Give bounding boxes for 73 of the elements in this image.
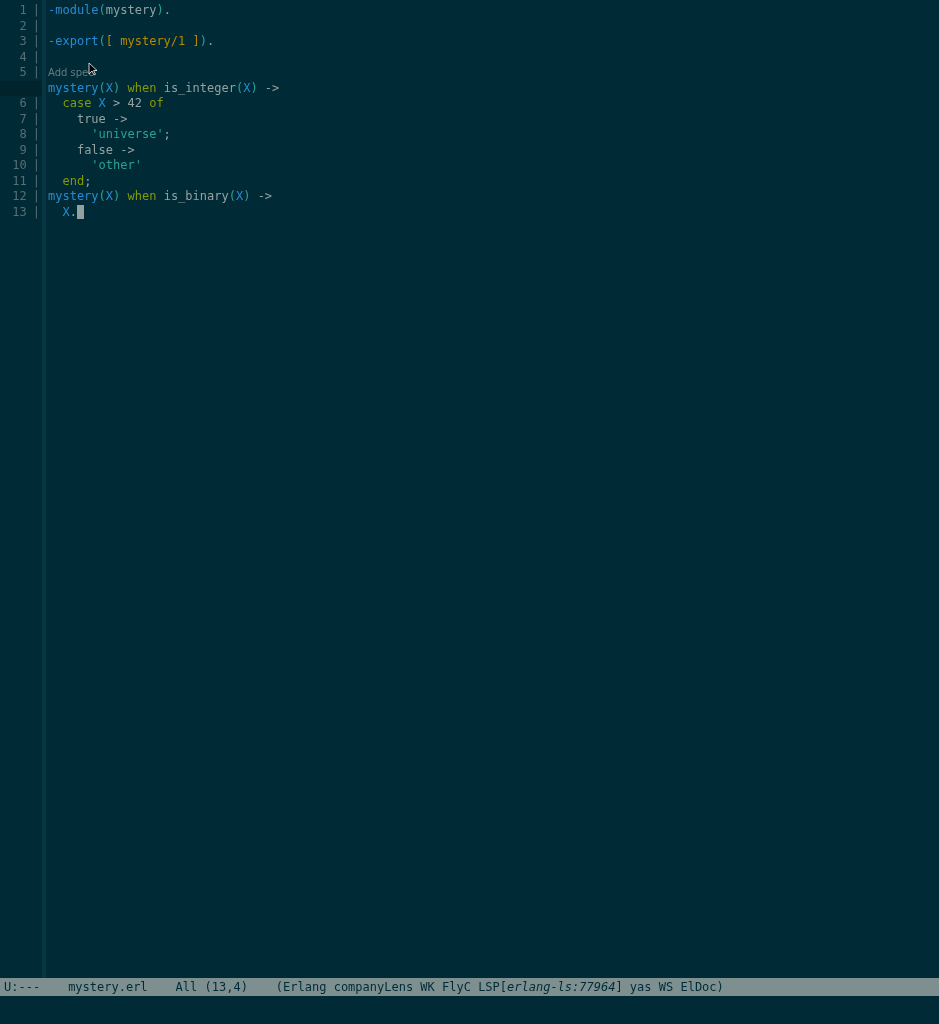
code-token: . bbox=[69, 204, 77, 219]
code-token: X bbox=[62, 204, 70, 219]
mode-line-text: U:--- bbox=[4, 980, 41, 994]
code-token: end bbox=[62, 173, 85, 188]
code-token: mystery bbox=[48, 80, 99, 95]
gutter-separator: | bbox=[32, 204, 40, 220]
gutter-separator: | bbox=[32, 142, 40, 158]
line-number: 3 bbox=[19, 34, 27, 50]
code-token: is_integer bbox=[163, 80, 236, 95]
gutter-separator: | bbox=[32, 65, 40, 81]
line-number: 8 bbox=[19, 127, 27, 143]
gutter-separator: | bbox=[32, 189, 40, 205]
code-token: X bbox=[243, 80, 251, 95]
code-token: case bbox=[62, 96, 92, 110]
code-token: ( bbox=[98, 34, 106, 48]
code-token: ; bbox=[84, 173, 92, 188]
code-token: 'other' bbox=[91, 158, 142, 172]
code-token: ; bbox=[163, 127, 171, 141]
code-token: false -> bbox=[76, 142, 135, 157]
line-number: 12 bbox=[12, 189, 27, 205]
gutter-separator: | bbox=[32, 158, 40, 174]
code-token: ( bbox=[98, 3, 106, 17]
code-token: X bbox=[105, 80, 114, 95]
code-token: ( bbox=[98, 189, 106, 203]
code-token: ) bbox=[199, 34, 207, 48]
code-token: ) bbox=[113, 189, 121, 203]
code-token: X bbox=[98, 96, 106, 110]
gutter-separator: | bbox=[32, 3, 40, 19]
code-token: is_binary bbox=[163, 189, 229, 203]
gutter-separator: | bbox=[32, 18, 40, 34]
code-token: ) bbox=[156, 3, 164, 17]
line-number: 4 bbox=[19, 49, 27, 65]
code-token: X bbox=[235, 189, 244, 203]
line-number: 6 bbox=[19, 96, 27, 112]
gutter-separator: | bbox=[32, 173, 40, 189]
code-token: mystery bbox=[48, 189, 99, 203]
code-token: -> bbox=[264, 80, 280, 95]
code-token: when bbox=[127, 189, 157, 203]
code-token: ) bbox=[113, 80, 121, 95]
code-token: . bbox=[206, 34, 215, 48]
line-number: 1 bbox=[19, 3, 27, 19]
gutter-separator: | bbox=[32, 34, 40, 50]
line-number: 13 bbox=[12, 204, 27, 220]
mode-line-text: (Erlang companyLens WK FlyC LSP[erlang-ls:77964] yas WS ElDoc) bbox=[275, 980, 724, 994]
gutter-separator: | bbox=[32, 96, 40, 112]
line-number: 5 bbox=[19, 65, 27, 81]
code-token: -export bbox=[48, 34, 99, 48]
code-token: -> bbox=[257, 189, 273, 203]
code-token: true -> bbox=[76, 111, 128, 126]
code-token: ) bbox=[250, 80, 258, 95]
gutter-separator: | bbox=[32, 127, 40, 143]
code-token: ( bbox=[228, 189, 236, 203]
code-token: of bbox=[149, 96, 164, 110]
code-token: X bbox=[105, 189, 114, 203]
code-token: > 42 bbox=[113, 96, 142, 110]
code-token: 'universe' bbox=[91, 127, 164, 141]
code-token: when bbox=[127, 80, 157, 95]
line-number: 9 bbox=[19, 142, 27, 158]
gutter-separator: | bbox=[32, 111, 40, 127]
code-token: ( bbox=[235, 80, 244, 95]
line-number: 7 bbox=[19, 111, 27, 127]
code-token: ) bbox=[243, 189, 251, 203]
code-token: . bbox=[163, 3, 171, 17]
mode-line-text: All (13,4) bbox=[175, 980, 248, 994]
line-number: 11 bbox=[12, 173, 27, 189]
line-number: 10 bbox=[12, 158, 27, 174]
code-token: -module bbox=[48, 3, 99, 17]
code-token: ( bbox=[98, 80, 106, 95]
line-number: 2 bbox=[19, 18, 27, 34]
code-token: mystery bbox=[105, 3, 157, 17]
gutter-separator: | bbox=[32, 49, 40, 65]
mode-line-text: mystery.erl bbox=[68, 980, 148, 994]
code-token: [ mystery/1 ] bbox=[105, 34, 200, 48]
